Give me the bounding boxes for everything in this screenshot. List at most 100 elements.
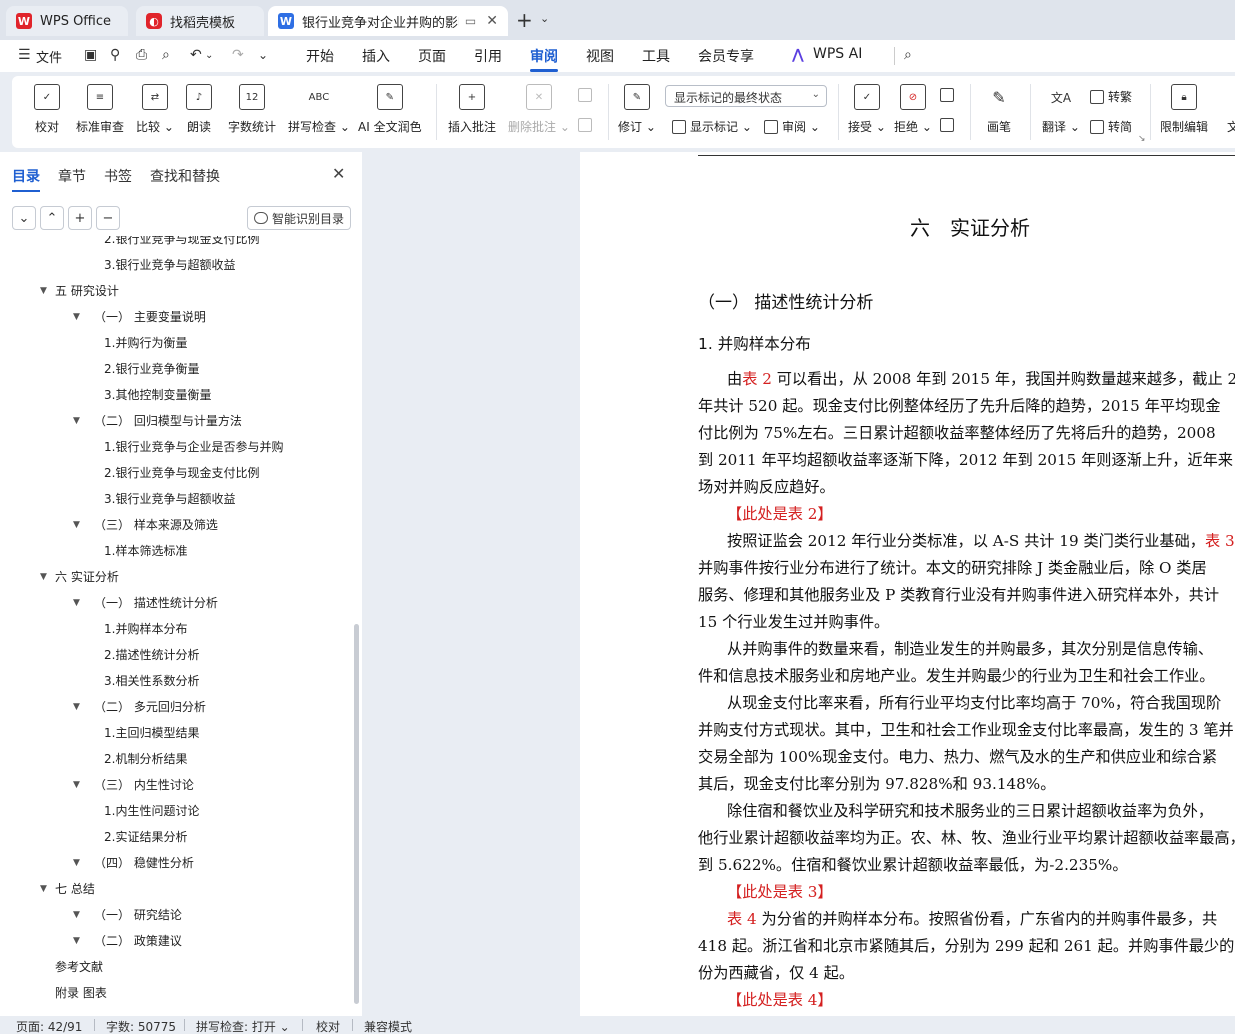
undo-dropdown-icon[interactable]: ⌄: [205, 50, 213, 61]
toc-item[interactable]: 2.银行业竞争衡量: [0, 360, 350, 378]
more-icon[interactable]: ⌄: [258, 48, 268, 62]
doc-partial-button[interactable]: 文: [1220, 84, 1235, 142]
delete-comment-button[interactable]: ✕ 删除批注 ⌄: [508, 84, 570, 142]
print-icon[interactable]: ⎙: [136, 47, 147, 63]
word-count-button[interactable]: 12 字数统计: [228, 84, 276, 142]
toc-item[interactable]: ▼ 六 实证分析: [0, 568, 350, 586]
toc-item[interactable]: ▼ 五 研究设计: [0, 282, 350, 300]
collapse-triangle-icon[interactable]: ▼: [73, 854, 80, 872]
toc-item[interactable]: 2.银行业竞争与现金支付比例: [0, 236, 350, 248]
menu-review[interactable]: 审阅: [530, 46, 558, 72]
toc-item[interactable]: 2.描述性统计分析: [0, 646, 350, 664]
tab-wps-office[interactable]: W WPS Office: [6, 6, 128, 36]
to-traditional-button[interactable]: 转繁: [1090, 88, 1132, 105]
add-heading-button[interactable]: +: [68, 206, 92, 230]
show-markup-button[interactable]: 显示标记 ⌄: [672, 118, 752, 135]
search-icon[interactable]: ⌕: [904, 47, 912, 63]
toc-item[interactable]: 2.实证结果分析: [0, 828, 350, 846]
monitor-icon[interactable]: ▭: [465, 14, 476, 28]
table-reference-link[interactable]: 表 4: [727, 910, 757, 928]
toc-item[interactable]: 3.银行业竞争与超额收益: [0, 256, 350, 274]
undo-icon[interactable]: ↶: [190, 47, 202, 63]
toc-item[interactable]: 3.银行业竞争与超额收益: [0, 490, 350, 508]
tab-document[interactable]: W 银行业竞争对企业并购的影响 ▭ ✕: [268, 6, 508, 36]
toc-item[interactable]: ▼ （二） 政策建议: [0, 932, 350, 950]
pen-button[interactable]: ✎ 画笔: [986, 84, 1012, 142]
restrict-edit-button[interactable]: 🔒︎ 限制编辑: [1160, 84, 1208, 142]
toc-item[interactable]: 1.内生性问题讨论: [0, 802, 350, 820]
collapse-triangle-icon[interactable]: ▼: [73, 698, 80, 716]
smart-toc-button[interactable]: 智能识别目录: [247, 206, 351, 230]
ai-polish-button[interactable]: ✎ AI 全文润色: [358, 84, 422, 142]
link-icon[interactable]: ⚲: [110, 47, 120, 63]
menu-insert[interactable]: 插入: [362, 46, 390, 66]
to-simplified-button[interactable]: 转简: [1090, 118, 1132, 135]
expand-down-button[interactable]: ⌄: [12, 206, 36, 230]
toc-item[interactable]: ▼ （三） 样本来源及筛选: [0, 516, 350, 534]
close-icon[interactable]: ✕: [332, 164, 345, 183]
menu-tools[interactable]: 工具: [642, 46, 670, 66]
toc-item[interactable]: 2.机制分析结果: [0, 750, 350, 768]
tab-chapter[interactable]: 章节: [58, 166, 86, 186]
toc-item[interactable]: ▼ （三） 内生性讨论: [0, 776, 350, 794]
collapse-triangle-icon[interactable]: ▼: [73, 776, 80, 794]
read-aloud-button[interactable]: ♪ 朗读: [186, 84, 212, 142]
spell-check-button[interactable]: ABC 拼写检查 ⌄: [288, 84, 350, 142]
review-pane-button[interactable]: 审阅 ⌄: [764, 118, 820, 135]
insert-comment-button[interactable]: + 插入批注: [448, 84, 496, 142]
word-count-indicator[interactable]: 字数: 50775: [106, 1018, 176, 1034]
toc-item[interactable]: ▼ （二） 回归模型与计量方法: [0, 412, 350, 430]
toc-item[interactable]: ▼ （二） 多元回归分析: [0, 698, 350, 716]
collapse-triangle-icon[interactable]: ▼: [73, 594, 80, 612]
tab-docer[interactable]: ◐ 找稻壳模板: [136, 6, 264, 36]
redo-icon[interactable]: ↷: [232, 47, 244, 63]
save-icon[interactable]: ▣: [84, 47, 97, 63]
menu-wps-ai[interactable]: WPS AI: [813, 46, 862, 62]
compare-button[interactable]: ⇄ 比较 ⌄: [136, 84, 174, 142]
toc-item[interactable]: ▼ （四） 稳健性分析: [0, 854, 350, 872]
revise-button[interactable]: ✎ 修订 ⌄: [618, 84, 656, 142]
next-comment-icon[interactable]: [578, 118, 596, 132]
ribbon-expand-icon[interactable]: ↘: [1138, 134, 1146, 144]
nav-scrollbar[interactable]: [354, 624, 359, 1004]
remove-heading-button[interactable]: −: [96, 206, 120, 230]
prev-comment-icon[interactable]: [578, 88, 596, 102]
toc-item[interactable]: 1.银行业竞争与企业是否参与并购: [0, 438, 350, 456]
new-tab-icon[interactable]: +: [516, 8, 533, 32]
toc-item[interactable]: 1.并购行为衡量: [0, 334, 350, 352]
collapse-triangle-icon[interactable]: ▼: [40, 568, 47, 586]
toc-item[interactable]: 1.并购样本分布: [0, 620, 350, 638]
collapse-triangle-icon[interactable]: ▼: [73, 308, 80, 326]
prev-change-icon[interactable]: [940, 88, 958, 102]
translate-button[interactable]: 文A 翻译 ⌄: [1042, 84, 1080, 142]
collapse-triangle-icon[interactable]: ▼: [40, 282, 47, 300]
reject-button[interactable]: ⊘ 拒绝 ⌄: [894, 84, 932, 142]
toc-item[interactable]: 附录 图表: [0, 984, 350, 1002]
toc-item[interactable]: ▼ 七 总结: [0, 880, 350, 898]
menu-reference[interactable]: 引用: [474, 46, 502, 66]
spell-check-indicator[interactable]: 拼写检查: 打开 ⌄: [196, 1018, 290, 1034]
toc-item[interactable]: 1.样本筛选标准: [0, 542, 350, 560]
accept-button[interactable]: ✓ 接受 ⌄: [848, 84, 886, 142]
toc-item[interactable]: 3.相关性系数分析: [0, 672, 350, 690]
proof-indicator[interactable]: 校对: [316, 1018, 340, 1034]
proofread-button[interactable]: ✓ 校对: [34, 84, 60, 142]
chevron-down-icon[interactable]: ⌄: [540, 12, 549, 25]
toc-item[interactable]: 1.主回归模型结果: [0, 724, 350, 742]
document-page[interactable]: 六 实证分析 （一） 描述性统计分析 1. 并购样本分布 由表 2 可以看出，从…: [580, 152, 1235, 1016]
collapse-triangle-icon[interactable]: ▼: [40, 880, 47, 898]
menu-member[interactable]: 会员专享: [698, 46, 754, 66]
next-change-icon[interactable]: [940, 118, 958, 132]
menu-start[interactable]: 开始: [306, 46, 334, 66]
menu-page[interactable]: 页面: [418, 46, 446, 66]
table-reference-link[interactable]: 表 3: [1205, 532, 1235, 550]
toc-item[interactable]: 2.银行业竞争与现金支付比例: [0, 464, 350, 482]
toc-item[interactable]: 3.其他控制变量衡量: [0, 386, 350, 404]
hamburger-icon[interactable]: ☰: [18, 47, 31, 63]
toc-item[interactable]: 参考文献: [0, 958, 350, 976]
close-icon[interactable]: ✕: [486, 13, 498, 29]
wps-ai-icon[interactable]: ⋀: [792, 47, 804, 63]
collapse-triangle-icon[interactable]: ▼: [73, 932, 80, 950]
table-reference-link[interactable]: 表 2: [742, 370, 772, 388]
standard-review-button[interactable]: ≡ 标准审查: [76, 84, 124, 142]
